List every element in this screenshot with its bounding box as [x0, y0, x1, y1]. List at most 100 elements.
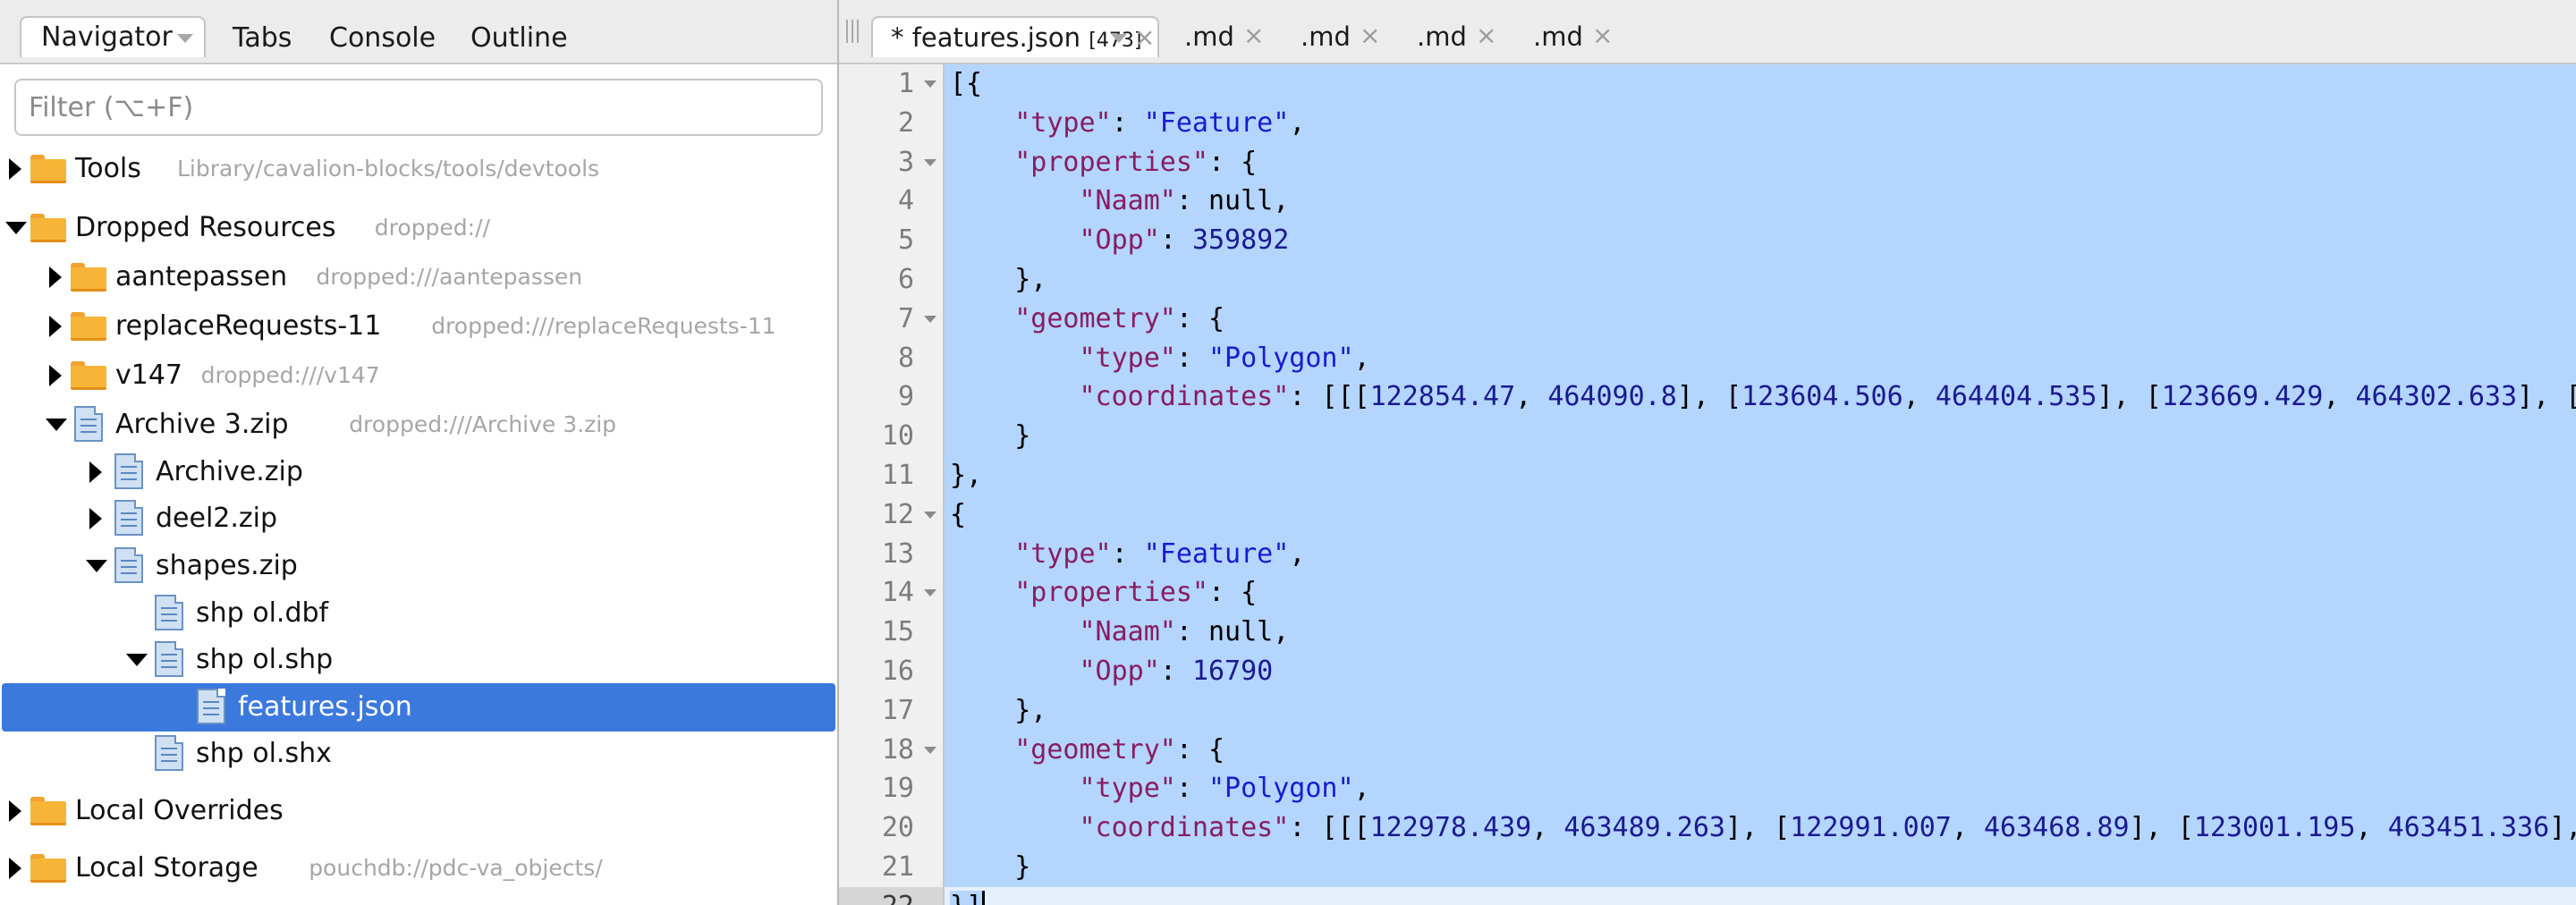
disclosure-collapsed-icon[interactable] — [89, 461, 102, 483]
code-line: { — [945, 495, 2576, 535]
tab-tabs[interactable]: Tabs — [233, 18, 292, 59]
disclosure-collapsed-icon[interactable] — [49, 266, 62, 288]
code-line: [{ — [945, 64, 2576, 104]
disclosure-expanded-icon[interactable] — [126, 654, 148, 666]
fold-toggle-icon[interactable] — [924, 315, 936, 323]
line-number[interactable]: 12 — [839, 495, 914, 535]
tree-item-label: replaceRequests-11 — [115, 310, 382, 342]
line-number[interactable]: 2 — [839, 104, 914, 143]
tree-item[interactable]: Local Overrides — [0, 787, 837, 835]
disclosure-collapsed-icon[interactable] — [9, 800, 21, 822]
tree-item-label: Local Overrides — [75, 795, 284, 826]
folder-icon — [30, 155, 66, 183]
chevron-down-icon[interactable] — [177, 34, 193, 43]
line-number[interactable]: 15 — [839, 613, 914, 652]
line-number[interactable]: 6 — [839, 260, 914, 300]
code-line: "type": "Feature", — [945, 103, 2576, 143]
tree-item[interactable]: v147 dropped:///v147 — [0, 351, 837, 400]
tree-item[interactable]: replaceRequests-11 dropped:///replaceRequ… — [0, 302, 837, 351]
tree-item[interactable]: Tools Library/cavalion-blocks/tools/devto… — [0, 145, 837, 193]
disclosure-collapsed-icon[interactable] — [9, 158, 21, 180]
tree-item[interactable]: deel2.zip — [0, 495, 837, 543]
line-number[interactable]: 4 — [839, 182, 914, 221]
tree-item-path: dropped:///aantepassen — [316, 264, 583, 290]
close-icon[interactable]: × — [1243, 16, 1264, 55]
editor-tab-md[interactable]: .md × — [1417, 16, 1496, 57]
fold-toggle-icon[interactable] — [924, 158, 936, 166]
line-number[interactable]: 18 — [839, 731, 914, 770]
tree-item[interactable]: shp ol.dbf — [0, 589, 837, 638]
disclosure-expanded-icon[interactable] — [5, 222, 27, 234]
close-icon[interactable]: × — [1134, 18, 1155, 57]
line-number[interactable]: 11 — [839, 456, 914, 495]
tree-item[interactable]: Archive.zip — [0, 448, 837, 496]
tree-item-label: Local Storage — [75, 852, 258, 884]
line-number[interactable]: 20 — [839, 808, 914, 848]
line-number[interactable]: 10 — [839, 417, 914, 456]
disclosure-collapsed-icon[interactable] — [49, 316, 62, 337]
tree-item-label: v147 — [115, 359, 183, 391]
code-line: "type": "Feature", — [945, 534, 2576, 574]
tree-item[interactable]: features.json — [2, 683, 835, 732]
code-line: "geometry": { — [945, 730, 2576, 770]
file-icon — [155, 595, 183, 630]
fold-toggle-icon[interactable] — [924, 511, 936, 519]
editor-tab-bar: * features.json [473] × .md × .md × .md … — [839, 0, 2576, 64]
line-number[interactable]: 21 — [839, 848, 914, 887]
tab-console[interactable]: Console — [329, 18, 436, 59]
filter-input[interactable] — [14, 79, 823, 136]
line-number[interactable]: 9 — [839, 377, 914, 417]
line-number[interactable]: 19 — [839, 769, 914, 808]
editor-tab-features-json[interactable]: * features.json [473] × — [871, 16, 1159, 57]
code-editor[interactable]: [{ "type": "Feature", "properties": { "N… — [945, 64, 2576, 905]
code-line: "Opp": 359892 — [945, 221, 2576, 261]
tree-item-label: shp ol.shp — [196, 644, 334, 675]
close-icon[interactable]: × — [1360, 16, 1380, 55]
chevron-down-icon[interactable] — [1111, 34, 1127, 43]
fold-toggle-icon[interactable] — [924, 80, 936, 88]
line-number[interactable]: 14 — [839, 573, 914, 613]
tree-item[interactable]: shp ol.shp — [0, 636, 837, 684]
disclosure-expanded-icon[interactable] — [86, 560, 107, 572]
line-number[interactable]: 17 — [839, 691, 914, 731]
disclosure-collapsed-icon[interactable] — [9, 858, 21, 879]
code-line: "type": "Polygon", — [945, 769, 2576, 809]
drag-handle-icon[interactable] — [846, 20, 859, 43]
tab-outline[interactable]: Outline — [470, 18, 568, 59]
tree-item[interactable]: Local Storage pouchdb://pdc-va_objects/ — [0, 844, 837, 892]
editor-tab-md[interactable]: .md × — [1184, 16, 1264, 57]
line-number[interactable]: 3 — [839, 143, 914, 182]
editor-tab-md[interactable]: .md × — [1533, 16, 1613, 57]
line-number[interactable]: 1 — [839, 64, 914, 104]
tree-item-label: Archive 3.zip — [115, 409, 289, 440]
editor-tab-md[interactable]: .md × — [1301, 16, 1380, 57]
folder-icon — [30, 854, 66, 883]
disclosure-expanded-icon[interactable] — [46, 419, 67, 431]
line-number[interactable]: 8 — [839, 339, 914, 378]
close-icon[interactable]: × — [1476, 16, 1496, 55]
fold-toggle-icon[interactable] — [924, 589, 936, 597]
close-icon[interactable]: × — [1592, 16, 1613, 55]
tree-item-path: dropped:///Archive 3.zip — [349, 411, 617, 437]
folder-icon — [71, 312, 106, 341]
tree-item-path: dropped:///replaceRequests-11 — [431, 313, 776, 339]
line-number[interactable]: 7 — [839, 300, 914, 339]
tree-item[interactable]: shapes.zip — [0, 542, 837, 590]
line-number[interactable]: 13 — [839, 535, 914, 574]
tab-navigator[interactable]: Navigator — [20, 16, 206, 57]
line-number[interactable]: 22 — [839, 886, 943, 905]
tree-item[interactable]: Archive 3.zip dropped:///Archive 3.zip — [0, 401, 837, 449]
line-number[interactable]: 5 — [839, 221, 914, 260]
fold-toggle-icon[interactable] — [924, 746, 936, 754]
tree-item-label: aantepassen — [115, 261, 288, 292]
line-number[interactable]: 16 — [839, 652, 914, 691]
disclosure-collapsed-icon[interactable] — [49, 365, 62, 386]
tree-item-path: dropped:///v147 — [200, 362, 380, 388]
disclosure-collapsed-icon[interactable] — [89, 508, 102, 529]
file-icon — [197, 689, 225, 724]
tree-item[interactable]: Dropped Resources dropped:// — [0, 204, 837, 252]
line-number-gutter[interactable]: 12345678910111213141516171819202122 — [839, 64, 945, 905]
editor-tab-label: .md — [1533, 21, 1583, 52]
tree-item[interactable]: shp ol.shx — [0, 730, 837, 778]
tree-item[interactable]: aantepassen dropped:///aantepassen — [0, 253, 837, 301]
